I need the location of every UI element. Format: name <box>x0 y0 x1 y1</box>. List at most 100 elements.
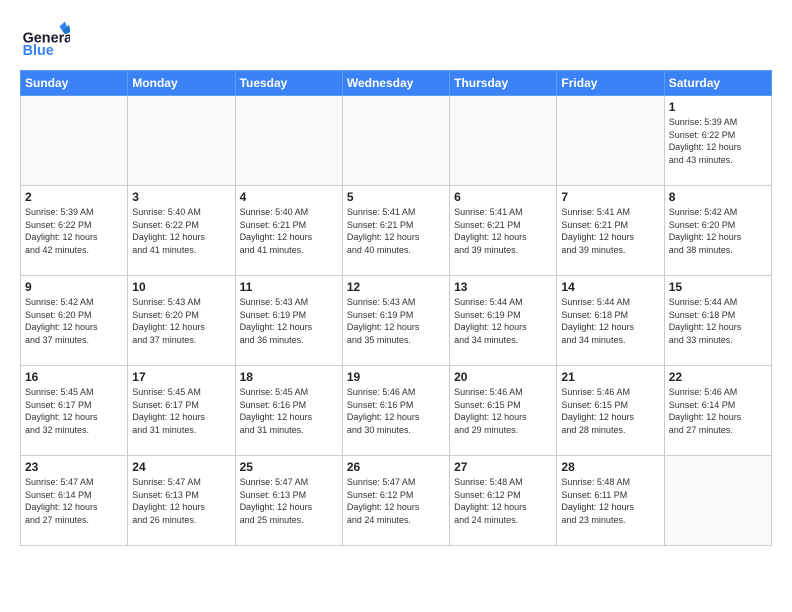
calendar-cell: 18 Sunrise: 5:45 AM Sunset: 6:16 PM Dayli… <box>235 366 342 456</box>
day-info: Sunrise: 5:46 AM Sunset: 6:14 PM Dayligh… <box>669 386 767 436</box>
calendar-cell: 19 Sunrise: 5:46 AM Sunset: 6:16 PM Dayli… <box>342 366 449 456</box>
day-number: 9 <box>25 280 123 294</box>
day-info: Sunrise: 5:41 AM Sunset: 6:21 PM Dayligh… <box>561 206 659 256</box>
day-info: Sunrise: 5:42 AM Sunset: 6:20 PM Dayligh… <box>25 296 123 346</box>
day-info: Sunrise: 5:41 AM Sunset: 6:21 PM Dayligh… <box>454 206 552 256</box>
day-info: Sunrise: 5:44 AM Sunset: 6:19 PM Dayligh… <box>454 296 552 346</box>
calendar-cell: 28 Sunrise: 5:48 AM Sunset: 6:11 PM Dayli… <box>557 456 664 546</box>
calendar-cell <box>342 96 449 186</box>
day-number: 26 <box>347 460 445 474</box>
calendar-week-row: 16 Sunrise: 5:45 AM Sunset: 6:17 PM Dayli… <box>21 366 772 456</box>
calendar-cell: 24 Sunrise: 5:47 AM Sunset: 6:13 PM Dayli… <box>128 456 235 546</box>
calendar-cell: 27Sunrise: 5:48 AM Sunset: 6:12 PM Dayli… <box>450 456 557 546</box>
calendar-cell: 2 Sunrise: 5:39 AM Sunset: 6:22 PM Daylig… <box>21 186 128 276</box>
calendar-week-row: 9 Sunrise: 5:42 AM Sunset: 6:20 PM Daylig… <box>21 276 772 366</box>
day-info: Sunrise: 5:43 AM Sunset: 6:19 PM Dayligh… <box>240 296 338 346</box>
day-info: Sunrise: 5:39 AM Sunset: 6:22 PM Dayligh… <box>25 206 123 256</box>
day-info: Sunrise: 5:42 AM Sunset: 6:20 PM Dayligh… <box>669 206 767 256</box>
calendar-cell <box>235 96 342 186</box>
day-info: Sunrise: 5:44 AM Sunset: 6:18 PM Dayligh… <box>561 296 659 346</box>
day-number: 14 <box>561 280 659 294</box>
calendar-cell: 14 Sunrise: 5:44 AM Sunset: 6:18 PM Dayli… <box>557 276 664 366</box>
day-info: Sunrise: 5:40 AM Sunset: 6:21 PM Dayligh… <box>240 206 338 256</box>
calendar-cell <box>128 96 235 186</box>
day-info: Sunrise: 5:39 AM Sunset: 6:22 PM Dayligh… <box>669 116 767 166</box>
weekday-header: Sunday <box>21 71 128 96</box>
day-info: Sunrise: 5:44 AM Sunset: 6:18 PM Dayligh… <box>669 296 767 346</box>
day-number: 3 <box>132 190 230 204</box>
weekday-header: Wednesday <box>342 71 449 96</box>
day-number: 24 <box>132 460 230 474</box>
calendar-table: SundayMondayTuesdayWednesdayThursdayFrid… <box>20 70 772 546</box>
weekday-header: Friday <box>557 71 664 96</box>
day-number: 10 <box>132 280 230 294</box>
page-header: General Blue <box>20 20 772 60</box>
day-number: 13 <box>454 280 552 294</box>
calendar-week-row: 1 Sunrise: 5:39 AM Sunset: 6:22 PM Daylig… <box>21 96 772 186</box>
weekday-header: Saturday <box>664 71 771 96</box>
day-number: 28 <box>561 460 659 474</box>
day-number: 20 <box>454 370 552 384</box>
day-number: 11 <box>240 280 338 294</box>
calendar-cell: 11 Sunrise: 5:43 AM Sunset: 6:19 PM Dayli… <box>235 276 342 366</box>
day-info: Sunrise: 5:47 AM Sunset: 6:12 PM Dayligh… <box>347 476 445 526</box>
calendar-cell: 20 Sunrise: 5:46 AM Sunset: 6:15 PM Dayli… <box>450 366 557 456</box>
day-info: Sunrise: 5:48 AM Sunset: 6:11 PM Dayligh… <box>561 476 659 526</box>
calendar-cell: 5Sunrise: 5:41 AM Sunset: 6:21 PM Daylig… <box>342 186 449 276</box>
calendar-cell: 21 Sunrise: 5:46 AM Sunset: 6:15 PM Dayli… <box>557 366 664 456</box>
calendar-cell: 22 Sunrise: 5:46 AM Sunset: 6:14 PM Dayli… <box>664 366 771 456</box>
day-info: Sunrise: 5:45 AM Sunset: 6:17 PM Dayligh… <box>132 386 230 436</box>
logo: General Blue <box>20 20 70 60</box>
calendar-cell: 9 Sunrise: 5:42 AM Sunset: 6:20 PM Daylig… <box>21 276 128 366</box>
day-number: 25 <box>240 460 338 474</box>
calendar-cell: 15Sunrise: 5:44 AM Sunset: 6:18 PM Dayli… <box>664 276 771 366</box>
day-number: 23 <box>25 460 123 474</box>
calendar-cell <box>664 456 771 546</box>
day-number: 18 <box>240 370 338 384</box>
day-number: 19 <box>347 370 445 384</box>
calendar-cell: 12 Sunrise: 5:43 AM Sunset: 6:19 PM Dayli… <box>342 276 449 366</box>
calendar-cell: 26 Sunrise: 5:47 AM Sunset: 6:12 PM Dayli… <box>342 456 449 546</box>
calendar-week-row: 23 Sunrise: 5:47 AM Sunset: 6:14 PM Dayli… <box>21 456 772 546</box>
day-info: Sunrise: 5:41 AM Sunset: 6:21 PM Dayligh… <box>347 206 445 256</box>
day-info: Sunrise: 5:43 AM Sunset: 6:19 PM Dayligh… <box>347 296 445 346</box>
weekday-header: Monday <box>128 71 235 96</box>
day-number: 4 <box>240 190 338 204</box>
day-number: 1 <box>669 100 767 114</box>
day-info: Sunrise: 5:47 AM Sunset: 6:14 PM Dayligh… <box>25 476 123 526</box>
calendar-week-row: 2 Sunrise: 5:39 AM Sunset: 6:22 PM Daylig… <box>21 186 772 276</box>
day-number: 22 <box>669 370 767 384</box>
svg-text:Blue: Blue <box>23 43 54 59</box>
day-number: 16 <box>25 370 123 384</box>
day-number: 6 <box>454 190 552 204</box>
day-info: Sunrise: 5:43 AM Sunset: 6:20 PM Dayligh… <box>132 296 230 346</box>
weekday-header-row: SundayMondayTuesdayWednesdayThursdayFrid… <box>21 71 772 96</box>
day-info: Sunrise: 5:45 AM Sunset: 6:16 PM Dayligh… <box>240 386 338 436</box>
day-number: 2 <box>25 190 123 204</box>
day-info: Sunrise: 5:46 AM Sunset: 6:15 PM Dayligh… <box>454 386 552 436</box>
day-number: 7 <box>561 190 659 204</box>
calendar-cell: 10 Sunrise: 5:43 AM Sunset: 6:20 PM Dayli… <box>128 276 235 366</box>
day-number: 12 <box>347 280 445 294</box>
day-number: 21 <box>561 370 659 384</box>
day-number: 8 <box>669 190 767 204</box>
calendar-cell: 25Sunrise: 5:47 AM Sunset: 6:13 PM Dayli… <box>235 456 342 546</box>
calendar-cell: 4 Sunrise: 5:40 AM Sunset: 6:21 PM Daylig… <box>235 186 342 276</box>
weekday-header: Thursday <box>450 71 557 96</box>
day-info: Sunrise: 5:46 AM Sunset: 6:16 PM Dayligh… <box>347 386 445 436</box>
calendar-cell: 13 Sunrise: 5:44 AM Sunset: 6:19 PM Dayli… <box>450 276 557 366</box>
calendar-cell: 1 Sunrise: 5:39 AM Sunset: 6:22 PM Daylig… <box>664 96 771 186</box>
day-info: Sunrise: 5:47 AM Sunset: 6:13 PM Dayligh… <box>132 476 230 526</box>
calendar-cell <box>21 96 128 186</box>
calendar-cell: 17 Sunrise: 5:45 AM Sunset: 6:17 PM Dayli… <box>128 366 235 456</box>
day-info: Sunrise: 5:45 AM Sunset: 6:17 PM Dayligh… <box>25 386 123 436</box>
day-number: 17 <box>132 370 230 384</box>
calendar-cell: 7 Sunrise: 5:41 AM Sunset: 6:21 PM Daylig… <box>557 186 664 276</box>
calendar-cell <box>450 96 557 186</box>
day-info: Sunrise: 5:46 AM Sunset: 6:15 PM Dayligh… <box>561 386 659 436</box>
logo-icon: General Blue <box>20 20 70 60</box>
weekday-header: Tuesday <box>235 71 342 96</box>
day-number: 27 <box>454 460 552 474</box>
calendar-cell: 6 Sunrise: 5:41 AM Sunset: 6:21 PM Daylig… <box>450 186 557 276</box>
calendar-cell: 16 Sunrise: 5:45 AM Sunset: 6:17 PM Dayli… <box>21 366 128 456</box>
